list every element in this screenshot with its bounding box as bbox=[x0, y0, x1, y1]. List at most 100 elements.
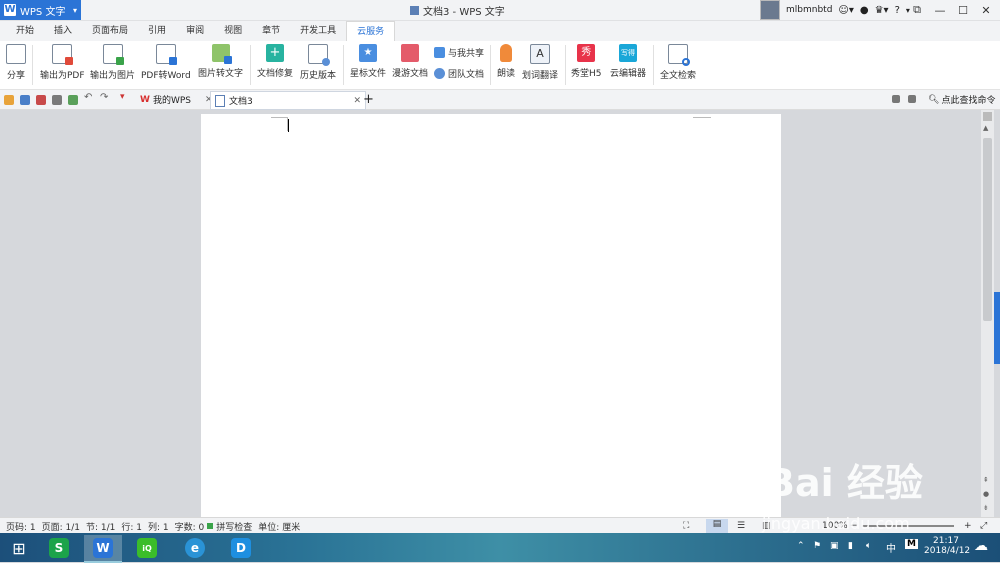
menu-tabs: 开始 插入 页面布局 引用 审阅 视图 章节 开发工具 云服务 bbox=[0, 21, 1000, 42]
section-indicator[interactable]: 节: 1/1 bbox=[83, 520, 118, 533]
wps-sheets-icon: S bbox=[49, 538, 69, 558]
share-button[interactable]: 分享 bbox=[6, 44, 26, 81]
page-number[interactable]: 页码: 1 bbox=[3, 520, 39, 533]
scroll-up-icon[interactable]: ▲ bbox=[983, 124, 992, 134]
notification-icon[interactable]: ☁ bbox=[974, 538, 988, 554]
fulltext-search-button[interactable]: 全文检索 bbox=[660, 44, 696, 81]
close-icon[interactable]: ✕ bbox=[975, 0, 997, 20]
send-icon[interactable] bbox=[908, 95, 916, 103]
doc-repair-button[interactable]: + 文档修复 bbox=[257, 44, 293, 79]
select-browse-icon[interactable]: ● bbox=[983, 490, 992, 500]
vertical-scrollbar[interactable]: ▲ ⇞ ● ⇟ bbox=[981, 110, 994, 517]
clock-date: 2018/4/12 bbox=[924, 546, 971, 556]
network-icon[interactable]: ▮ bbox=[848, 541, 853, 551]
app-menu-button[interactable]: W WPS 文字 ▾ bbox=[0, 0, 81, 20]
ime-indicator[interactable]: 中 bbox=[886, 540, 896, 555]
flag-icon[interactable]: ⚑ bbox=[813, 541, 821, 551]
history-button[interactable]: 历史版本 bbox=[300, 44, 336, 81]
history-label: 历史版本 bbox=[300, 71, 337, 81]
image-to-text-button[interactable]: 图片转文字 bbox=[198, 44, 243, 79]
tab-my-wps[interactable]: W 我的WPS ✕ bbox=[136, 91, 217, 108]
windows-start-button[interactable]: ⊞ bbox=[0, 535, 38, 561]
iqiyi-icon: iQ bbox=[137, 538, 157, 558]
maximize-icon[interactable]: ☐ bbox=[952, 0, 974, 20]
team-icon bbox=[434, 68, 445, 79]
team-docs-button[interactable]: 团队文档 bbox=[434, 67, 484, 80]
spell-check[interactable]: 拼写检查 bbox=[213, 520, 255, 533]
print-icon[interactable] bbox=[52, 95, 62, 105]
skin-icon[interactable]: ● bbox=[860, 5, 869, 16]
pdf-to-word-button[interactable]: PDF转Word bbox=[141, 44, 191, 81]
export-image-button[interactable]: 输出为图片 bbox=[90, 44, 135, 81]
status-icon[interactable]: ☺▾ bbox=[838, 5, 853, 16]
export-pdf-button[interactable]: 输出为PDF bbox=[40, 44, 85, 81]
share-icon bbox=[6, 44, 26, 64]
taskbar-app-wps-sheets[interactable]: S bbox=[40, 535, 78, 561]
username[interactable]: mlbmnbtd bbox=[786, 5, 832, 15]
convert-icon[interactable] bbox=[892, 95, 900, 103]
taskbar-app-wps-writer[interactable]: W bbox=[84, 535, 122, 563]
volume-icon[interactable]: 🔈︎ bbox=[866, 541, 871, 551]
starred-files-button[interactable]: ★ 星标文件 bbox=[350, 44, 386, 79]
tab-cloud-service[interactable]: 云服务 bbox=[346, 21, 396, 42]
tab-page-layout[interactable]: 页面布局 bbox=[82, 21, 138, 41]
tab-review[interactable]: 审阅 bbox=[176, 21, 214, 41]
tab-chapter[interactable]: 章节 bbox=[252, 21, 290, 41]
cloud-editor-icon: 写得 bbox=[619, 44, 637, 62]
translate-button[interactable]: A 划词翻译 bbox=[522, 44, 558, 81]
redo-icon[interactable]: ↷ bbox=[100, 92, 110, 103]
restore-window-icon[interactable]: ⧉ bbox=[906, 0, 928, 20]
shirt-icon[interactable]: ♛▾ bbox=[875, 5, 889, 16]
wps-logo-icon: W bbox=[4, 4, 16, 16]
unit-indicator[interactable]: 单位: 厘米 bbox=[255, 520, 303, 533]
divider bbox=[343, 45, 344, 85]
taskbar-app-browser[interactable]: e bbox=[176, 535, 214, 561]
clock[interactable]: 21:17 2018/4/12 bbox=[924, 536, 971, 556]
split-icon[interactable] bbox=[983, 112, 992, 121]
scroll-thumb[interactable] bbox=[983, 138, 992, 321]
minimize-icon[interactable]: — bbox=[929, 0, 951, 20]
tray-app-icon[interactable]: ▣ bbox=[830, 541, 839, 551]
outline-view-icon[interactable]: ☰ bbox=[737, 521, 745, 531]
tab-insert[interactable]: 插入 bbox=[44, 21, 82, 41]
tab-document[interactable]: 文档3 ✕ bbox=[210, 91, 366, 110]
column-indicator: 列: 1 bbox=[148, 522, 169, 533]
ime-mode[interactable]: M bbox=[905, 539, 918, 549]
save-icon[interactable] bbox=[20, 95, 30, 105]
help-icon[interactable]: ? bbox=[895, 5, 900, 16]
image-to-text-label: 图片转文字 bbox=[198, 69, 244, 79]
cloud-editor-button[interactable]: 写得 云编辑器 bbox=[610, 44, 646, 79]
print-preview-icon[interactable] bbox=[68, 95, 78, 105]
tab-developer[interactable]: 开发工具 bbox=[290, 21, 346, 41]
taskbar-app-blue[interactable]: D bbox=[222, 535, 260, 561]
zoom-in-icon[interactable]: + bbox=[964, 521, 972, 531]
export-icon[interactable] bbox=[36, 95, 46, 105]
document-page[interactable] bbox=[201, 114, 781, 518]
read-aloud-button[interactable]: 朗读 bbox=[497, 44, 515, 79]
fit-icon[interactable]: ⤢ bbox=[980, 521, 987, 531]
prev-page-icon[interactable]: ⇞ bbox=[983, 476, 992, 486]
translate-icon: A bbox=[530, 44, 550, 64]
side-panel-toggle[interactable] bbox=[994, 292, 1000, 364]
add-tab-button[interactable]: + bbox=[359, 91, 378, 108]
word-count[interactable]: 字数: 0 bbox=[172, 520, 208, 533]
page-view-icon[interactable]: ▤ bbox=[706, 519, 728, 533]
taskbar-app-iqiyi[interactable]: iQ bbox=[128, 535, 166, 561]
undo-icon[interactable]: ↶ bbox=[84, 92, 94, 103]
customize-icon[interactable]: ▾ bbox=[120, 92, 130, 102]
fullscreen-icon[interactable]: ⛶ bbox=[683, 521, 689, 531]
open-icon[interactable] bbox=[4, 95, 14, 105]
command-search[interactable]: 🔍︎ 点此查找命令 bbox=[924, 91, 999, 108]
page-count[interactable]: 页面: 1/1 bbox=[39, 520, 83, 533]
row-indicator: 行: 1 bbox=[121, 522, 143, 533]
tray-expand-icon[interactable]: ⌃ bbox=[797, 541, 805, 551]
roaming-docs-label: 漫游文档 bbox=[392, 69, 429, 79]
avatar[interactable] bbox=[760, 0, 780, 20]
tab-view[interactable]: 视图 bbox=[214, 21, 252, 41]
tab-references[interactable]: 引用 bbox=[138, 21, 176, 41]
next-page-icon[interactable]: ⇟ bbox=[983, 504, 992, 514]
xiutang-h5-button[interactable]: 秀 秀堂H5 bbox=[571, 44, 602, 79]
shared-with-me-button[interactable]: 与我共享 bbox=[434, 46, 484, 59]
roaming-docs-button[interactable]: 漫游文档 bbox=[392, 44, 428, 79]
tab-start[interactable]: 开始 bbox=[6, 21, 44, 41]
